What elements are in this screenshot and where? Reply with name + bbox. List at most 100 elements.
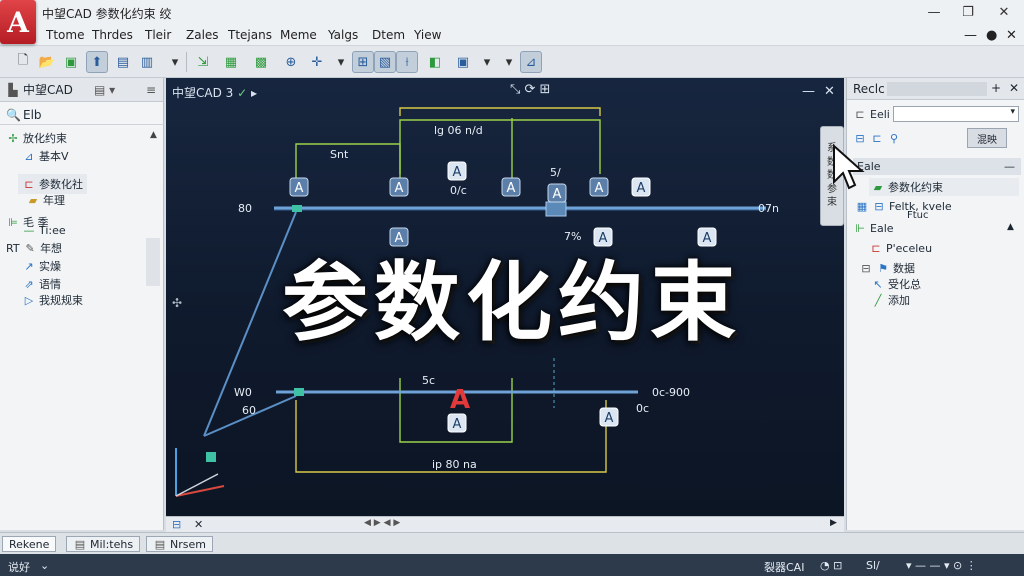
dropdown-icon[interactable]: ▾ [164,51,186,73]
menu-item[interactable]: Ttome [46,28,84,42]
open-icon[interactable]: 📂 [36,51,58,73]
scroll-up-icon[interactable]: ▲ [150,130,157,140]
svg-text:A: A [553,187,562,202]
svg-text:A: A [295,181,304,196]
menu-bar: Ttome Thrdes Tleir Zales Ttejans Meme Ya… [0,24,1024,46]
apply-button[interactable]: 混映 [967,128,1007,148]
close-tab-icon[interactable]: ✕ [194,518,203,531]
left-section-label: 🔍 Elb [6,108,42,122]
tab-model[interactable]: Rekene [2,536,57,552]
zoom-icon[interactable]: ⊕ [280,51,302,73]
help-icon[interactable]: ● [986,28,997,43]
constraint-marker[interactable]: A [289,177,309,197]
maximize-button[interactable]: ❐ [952,2,984,22]
dimension-icon[interactable]: ▧ [374,51,396,73]
paste-icon[interactable]: ⊏ [870,132,884,145]
menu-item[interactable]: Tleir [145,28,171,42]
constraint-icon[interactable]: ⊞ [352,51,374,73]
search-icon: 🔍 [6,108,21,122]
menu-item[interactable]: Yiew [414,28,441,42]
save-icon: ⊟ [874,200,884,213]
tree-item-sub[interactable]: Ftuc [907,210,929,221]
constraint-marker[interactable]: A [447,413,467,433]
selected-point[interactable] [545,201,567,217]
chevron-down-icon: ▾ [1010,107,1015,117]
constraint-marker[interactable]: A [631,177,651,197]
properties-icon[interactable]: ▥ [136,51,158,73]
status-arrow-icon: ⌄ [40,559,50,572]
tree-item[interactable]: ⊿ 基本V [22,148,68,164]
toolbar: 🗋 📂 ▣ ⬆ ▤ ▥ ▾ ⇲ ▦ ▩ ⊕ ✛ ▾ ⊞ ▧ ⟊ ◧ ▣ ▾ ▾ … [0,46,1024,78]
dropdown-icon[interactable]: ▾ [498,51,520,73]
scroll-right-icon[interactable]: ▶ [830,518,837,528]
svg-text:A: A [605,411,614,426]
tree-item[interactable]: ▰ 年理 [26,192,65,208]
dim-line [399,119,601,174]
param-icon: ⊏ [24,178,34,191]
select-icon[interactable]: ⬆ [86,51,108,73]
dim-label: W0 [234,386,252,399]
layout-tabs: Rekene ▤ Mil:tehs ▤ Nrsem [0,532,1024,554]
layout-icon: ▤ [74,537,86,551]
dim-label: lg 06 n/d [434,124,483,137]
mirror-icon[interactable]: ⟊ [396,51,418,73]
minimize-doc-icon[interactable]: — [964,28,977,43]
constraint-marker[interactable]: A [447,161,467,181]
tree-item-selected[interactable]: ▰ 参数化约束 [869,178,1019,196]
tab-layout1[interactable]: ▤ Mil:tehs [66,536,141,552]
menu-icon[interactable]: ≡ [146,83,156,97]
constraint-marker[interactable]: A [599,407,619,427]
close-doc-icon[interactable]: ✕ [1006,28,1017,43]
new-icon[interactable]: 🗋 [12,51,34,73]
menu-item[interactable]: Yalgs [328,28,358,42]
tree-item[interactable]: ▦ ⊟ Feltk, kvele [855,200,952,213]
search-row: ⊏ Eeli [853,108,889,121]
app-logo[interactable]: A [0,0,36,44]
pin-icon[interactable]: ▙ [6,83,20,97]
tree-item[interactable]: ✢ 放化约束 [6,130,67,146]
constraint-marker[interactable]: A [589,177,609,197]
save-icon[interactable]: ▣ [60,51,82,73]
export-icon[interactable]: ⇲ [192,51,214,73]
status-scale[interactable]: Sl/ [866,559,880,572]
zoom-icon[interactable]: ⚲ [887,132,901,145]
layout-icon[interactable]: ▤ ▾ [94,83,115,97]
constraint-marker[interactable]: A [547,183,567,203]
close-button[interactable]: ✕ [988,2,1020,22]
snap-icon[interactable]: ▩ [250,51,272,73]
menu-item[interactable]: Meme [280,28,317,42]
status-toggle-icons[interactable]: ▾ — — ▾ ⊙ ⋮ [906,559,977,572]
svg-text:A: A [637,181,646,196]
menu-item[interactable]: Ttejans [228,28,272,42]
active-constraint-marker[interactable]: A [450,385,470,415]
layer-icon[interactable]: ▤ [112,51,134,73]
menu-item[interactable]: Thrdes [92,28,133,42]
close-panel-icon[interactable]: ✕ [1009,81,1019,95]
menu-item[interactable]: Dtem [372,28,405,42]
constraint-marker[interactable]: A [389,177,409,197]
dropdown-icon[interactable]: ▾ [476,51,498,73]
block-icon[interactable]: ◧ [424,51,446,73]
status-icons[interactable]: ◔ ⊡ [820,559,842,572]
move-icon[interactable]: ✛ [306,51,328,73]
tree-item[interactable]: ⊏ 参数化社 [18,174,87,194]
section-header[interactable]: Eale — [853,158,1021,175]
scroll-up-icon[interactable]: ▲ [1007,222,1014,232]
pin-icon[interactable]: + [991,81,1001,95]
scroll-arrows-icon[interactable]: ◀ ▶ ◀ ▶ [364,518,400,528]
minimize-button[interactable]: — [918,2,950,22]
table-icon[interactable]: ▣ [452,51,474,73]
svg-text:A: A [453,417,462,432]
header-field[interactable] [887,82,987,96]
dim-label: 07n [758,202,779,215]
grid-icon[interactable]: ▦ [220,51,242,73]
beam-endpoint [292,205,302,212]
search-input[interactable]: ▾ [893,106,1019,122]
svg-text:A: A [595,181,604,196]
tab-layout2[interactable]: ▤ Nrsem [146,536,213,552]
measure-icon[interactable]: ⊿ [520,51,542,73]
menu-item[interactable]: Zales [186,28,219,42]
dropdown-icon[interactable]: ▾ [330,51,352,73]
model-icon[interactable]: ⊟ [172,518,181,531]
constraint-marker[interactable]: A [501,177,521,197]
